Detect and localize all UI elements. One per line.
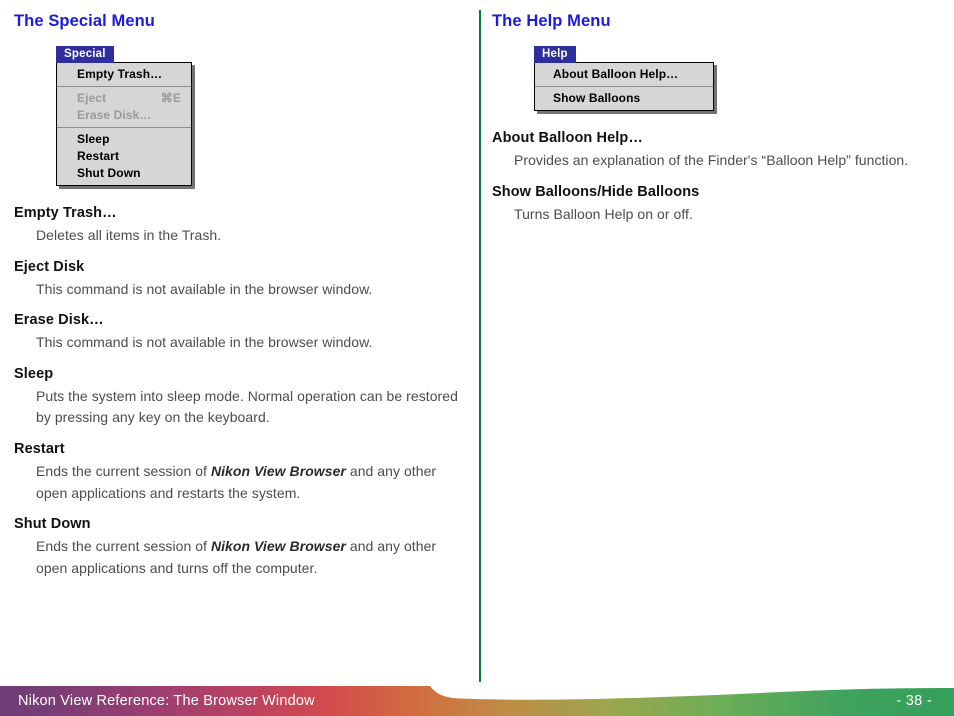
definition-term: Restart xyxy=(14,441,65,458)
desc-emphasis: Nikon View Browser xyxy=(210,462,346,479)
menu-item-sleep[interactable]: Sleep xyxy=(57,131,191,148)
menu-title-help[interactable]: Help xyxy=(534,46,576,64)
left-definition-list: Empty Trash… Deletes all items in the Tr… xyxy=(14,204,469,579)
definition-description: Turns Balloon Help on or off. xyxy=(514,204,942,226)
help-menu-body: About Balloon Help… Show Balloons xyxy=(534,62,714,112)
desc-emphasis: Nikon View Browser xyxy=(210,538,346,555)
footer-page-number: - 38 - xyxy=(896,692,932,709)
menu-item-empty-trash[interactable]: Empty Trash… xyxy=(57,66,191,83)
menu-item-label: Sleep xyxy=(77,132,110,147)
menu-item-shut-down[interactable]: Shut Down xyxy=(57,165,191,182)
menu-title-special[interactable]: Special xyxy=(56,46,114,64)
definition-entry: Shut Down Ends the current session of Ni… xyxy=(14,515,469,579)
menu-item-label: Erase Disk… xyxy=(77,108,152,123)
menu-item-label: Shut Down xyxy=(77,166,141,181)
definition-description: Puts the system into sleep mode. Normal … xyxy=(36,386,469,429)
page-footer: Nikon View Reference: The Browser Window… xyxy=(0,686,954,716)
page-title-help-menu: The Help Menu xyxy=(492,12,611,30)
definition-entry: Restart Ends the current session of Niko… xyxy=(14,440,469,504)
definition-entry: Show Balloons/Hide Balloons Turns Balloo… xyxy=(492,183,942,226)
definition-term: Erase Disk… xyxy=(14,312,104,329)
definition-entry: About Balloon Help… Provides an explanat… xyxy=(492,129,942,172)
definition-term: About Balloon Help… xyxy=(492,130,643,147)
menu-item-label: Restart xyxy=(77,149,120,164)
definition-term: Shut Down xyxy=(14,516,91,533)
menu-group: Sleep Restart Shut Down xyxy=(57,127,191,185)
menu-group: Eject ⌘E Erase Disk… xyxy=(57,86,191,127)
definition-description: Ends the current session of Nikon View B… xyxy=(36,536,469,579)
definition-entry: Empty Trash… Deletes all items in the Tr… xyxy=(14,204,469,247)
menu-group: Empty Trash… xyxy=(57,63,191,86)
special-menu-body: Empty Trash… Eject ⌘E Erase Disk… Sleep xyxy=(56,62,192,187)
menu-group: Show Balloons xyxy=(535,86,713,110)
menu-item-label: Show Balloons xyxy=(553,91,641,106)
desc-text: This command is not available in the bro… xyxy=(36,334,373,351)
menu-group: About Balloon Help… xyxy=(535,63,713,86)
column-divider xyxy=(479,10,481,682)
footer-title: Nikon View Reference: The Browser Window xyxy=(18,692,315,709)
definition-entry: Erase Disk… This command is not availabl… xyxy=(14,311,469,354)
menu-item-eject: Eject ⌘E xyxy=(57,90,191,107)
left-column: The Special Menu Special Empty Trash… Ej… xyxy=(14,12,469,579)
menu-item-show-balloons[interactable]: Show Balloons xyxy=(535,90,713,107)
document-page: The Special Menu Special Empty Trash… Ej… xyxy=(0,0,954,716)
desc-text: Ends the current session of xyxy=(36,462,211,479)
definition-entry: Eject Disk This command is not available… xyxy=(14,258,469,301)
menu-item-label: Empty Trash… xyxy=(77,67,163,82)
menu-item-erase-disk: Erase Disk… xyxy=(57,107,191,124)
desc-text: This command is not available in the bro… xyxy=(36,280,373,297)
desc-text: Deletes all items in the Trash. xyxy=(36,227,222,244)
desc-text: Turns Balloon Help on or off. xyxy=(514,205,693,222)
definition-term: Sleep xyxy=(14,365,54,382)
definition-description: This command is not available in the bro… xyxy=(36,279,469,301)
definition-term: Show Balloons/Hide Balloons xyxy=(492,183,700,200)
desc-text: Provides an explanation of the Finder's … xyxy=(514,152,909,169)
help-menu-screenshot: Help About Balloon Help… Show Balloons xyxy=(534,44,942,112)
menu-item-label: Eject xyxy=(77,91,107,106)
special-menu-screenshot: Special Empty Trash… Eject ⌘E Erase Disk… xyxy=(56,44,469,187)
menu-item-shortcut: ⌘E xyxy=(160,91,181,106)
desc-text: Ends the current session of xyxy=(36,538,211,555)
definition-term: Eject Disk xyxy=(14,258,85,275)
definition-entry: Sleep Puts the system into sleep mode. N… xyxy=(14,365,469,429)
right-definition-list: About Balloon Help… Provides an explanat… xyxy=(492,129,942,225)
definition-description: This command is not available in the bro… xyxy=(36,332,469,354)
definition-description: Ends the current session of Nikon View B… xyxy=(36,461,469,504)
menu-item-about-balloon-help[interactable]: About Balloon Help… xyxy=(535,66,713,83)
definition-term: Empty Trash… xyxy=(14,205,117,222)
desc-text: Puts the system into sleep mode. Normal … xyxy=(36,387,458,426)
menu-item-restart[interactable]: Restart xyxy=(57,148,191,165)
right-column: The Help Menu Help About Balloon Help… S… xyxy=(492,12,942,225)
menu-item-label: About Balloon Help… xyxy=(553,67,679,82)
definition-description: Provides an explanation of the Finder's … xyxy=(514,150,942,172)
definition-description: Deletes all items in the Trash. xyxy=(36,225,469,247)
page-title-special-menu: The Special Menu xyxy=(14,12,155,30)
